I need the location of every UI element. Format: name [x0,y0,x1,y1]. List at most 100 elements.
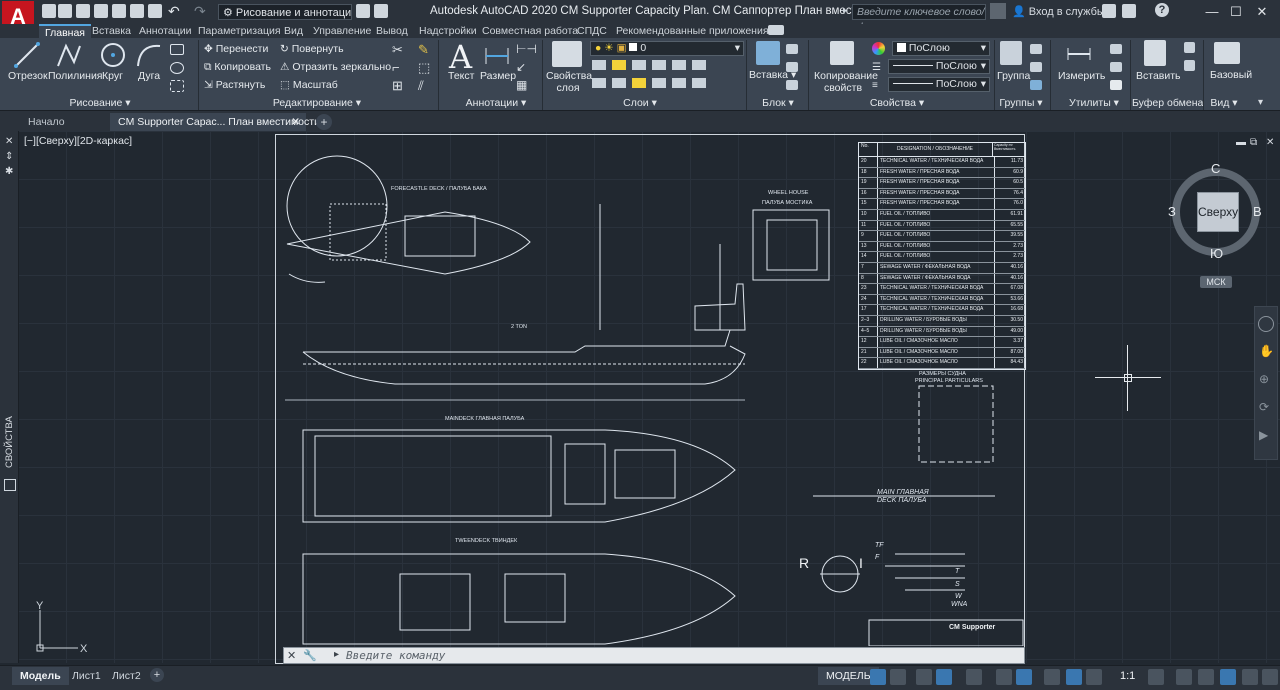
cmd-customize-icon[interactable]: 🔧 [303,649,317,662]
tab-manage[interactable]: Управление [313,24,371,38]
isodraft-icon[interactable] [966,669,982,685]
array-icon[interactable]: ⊞ [392,78,403,94]
line-button[interactable]: Отрезок [8,70,48,82]
close-button[interactable]: ✕ [1254,4,1270,20]
plot-icon[interactable] [148,4,162,18]
copy-clip-icon[interactable] [1184,60,1195,71]
erase-icon[interactable]: ✎ [418,42,429,58]
viewport-controls[interactable]: [−][Сверху][2D-каркас] [24,135,132,147]
text-button[interactable]: Текст [448,70,474,82]
calculator-icon[interactable] [1110,80,1122,90]
viewport-minimize-icon[interactable]: ▬ [1236,137,1246,148]
annotation-monitor-icon[interactable] [1176,669,1192,685]
paste-button[interactable]: Вставить [1136,70,1181,82]
ribbon-options-icon[interactable]: ▾ [1258,97,1263,108]
web-mobile-icon[interactable] [112,4,126,18]
edit-block-icon[interactable] [786,62,798,72]
layer-tools-row-2[interactable] [592,78,742,90]
quick-properties-icon[interactable] [1220,669,1236,685]
group-edit-icon[interactable] [1030,62,1042,72]
add-layout-button[interactable]: + [150,668,164,682]
search-expand-icon[interactable]: ▸ [843,5,848,16]
ungroup-icon[interactable] [1030,44,1042,54]
showmotion-icon[interactable]: ▶ [1259,428,1268,442]
tab-featured-apps[interactable]: Рекомендованные приложения [616,24,769,38]
compass-north[interactable]: С [1211,161,1220,176]
properties-palette-tab[interactable]: СВОЙСТВА [4,416,15,468]
create-block-icon[interactable] [786,44,798,54]
tab-insert[interactable]: Вставка [92,24,131,38]
compass-west[interactable]: З [1168,204,1176,219]
snap-icon[interactable] [890,669,906,685]
properties-toggle-icon[interactable] [4,479,16,491]
offset-icon[interactable]: ⫽ [418,78,424,94]
properties-panel-title[interactable]: Свойства ▾ [862,97,932,110]
mirror-button[interactable]: ⚠ Отразить зеркально [280,61,391,73]
undo-icon[interactable]: ↶ [168,3,180,20]
palette-settings-icon[interactable]: ✱ [5,166,13,177]
object-snap-icon[interactable] [1016,669,1032,685]
tab-annotate[interactable]: Аннотации [139,24,192,38]
steering-wheel-icon[interactable] [1258,316,1274,332]
customize-icon[interactable] [1262,669,1278,685]
help-icon[interactable]: ? [1155,3,1169,17]
rectangle-icon[interactable] [170,44,184,55]
cmd-recent-icon[interactable]: ▸ [334,649,339,660]
zoom-icon[interactable]: ⊕ [1259,372,1269,386]
auto-scale-icon[interactable] [1086,669,1102,685]
annotation-panel-title[interactable]: Аннотации ▾ [454,97,538,110]
layer-tools-row-1[interactable] [592,60,742,72]
share-icon[interactable] [130,4,144,18]
cmd-close-icon[interactable]: ✕ [287,649,296,662]
dimension-button[interactable]: Размер [480,70,516,82]
groups-panel-title[interactable]: Группы ▾ [996,97,1046,110]
orbit-icon[interactable]: ⟳ [1259,400,1269,414]
draw-panel-title[interactable]: Рисование ▾ [40,97,160,110]
explode-icon[interactable]: ⬚ [418,60,430,76]
view-panel-title[interactable]: Вид ▾ [1206,97,1242,110]
copy-button[interactable]: ⧉ Копировать [204,61,271,74]
annotation-scale[interactable]: 1:1 [1120,670,1135,682]
pan-icon[interactable]: ✋ [1259,344,1274,358]
polyline-button[interactable]: Полилиния [48,70,103,82]
signin-button[interactable]: 👤 Вход в службы ▾ [1012,5,1113,18]
viewcube-top-face[interactable]: Сверху [1197,192,1239,232]
color-wheel-icon[interactable] [872,42,885,55]
linetype-dropdown[interactable]: ПоСлою ▾ [888,59,990,74]
quick-select-icon[interactable] [1110,44,1122,54]
binoculars-icon[interactable] [990,3,1006,19]
ribbon-toggle-icon[interactable] [768,25,784,35]
cut-icon[interactable] [1184,42,1195,53]
ortho-icon[interactable] [916,669,932,685]
modify-panel-title[interactable]: Редактирование ▾ [262,97,372,110]
search-input[interactable]: Введите ключевое слово/фразу [852,4,986,33]
clean-screen-icon[interactable] [1242,669,1258,685]
command-input[interactable]: Введите команду [346,649,445,662]
open-file-icon[interactable] [58,4,72,18]
scale-button[interactable]: ⬚ Масштаб [280,79,338,91]
match-properties-button[interactable]: Копирование свойств [814,70,878,94]
ellipse-icon[interactable] [170,62,184,74]
fillet-icon[interactable]: ⌐ [392,60,400,75]
save-as-icon[interactable] [94,4,108,18]
autodesk-app-icon[interactable] [1122,4,1136,18]
annotation-visibility-icon[interactable] [1066,669,1082,685]
workspace-settings-icon[interactable] [356,4,370,18]
tab-sheet2[interactable]: Лист2 [104,667,149,685]
workspace-switcher[interactable]: ⚙ Рисование и аннотации ▾ [218,4,352,20]
minimize-button[interactable]: — [1204,4,1220,20]
tab-active-drawing[interactable]: CM Supporter Capac... План вместимости* ✕ [110,113,324,131]
tab-view[interactable]: Вид [284,24,303,38]
move-button[interactable]: ✥ Перенести [204,43,268,55]
compass-east[interactable]: В [1253,204,1262,219]
palette-pin-icon[interactable]: ⇕ [5,151,13,162]
new-file-icon[interactable] [42,4,56,18]
save-icon[interactable] [76,4,90,18]
base-view-button[interactable]: Базовый [1210,69,1252,81]
hatch-icon[interactable] [170,80,184,92]
maximize-button[interactable]: ☐ [1228,4,1244,20]
layers-panel-title[interactable]: Слои ▾ [600,97,680,110]
tab-collaborate[interactable]: Совместная работа [482,24,578,38]
lineweight-dropdown[interactable]: ПоСлою ▾ [888,77,990,92]
viewport-restore-icon[interactable]: ⧉ [1250,137,1257,148]
